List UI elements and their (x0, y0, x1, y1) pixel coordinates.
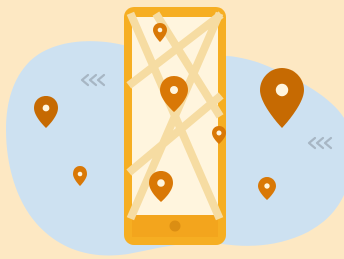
scene-svg (0, 0, 344, 259)
smartphone-icon (124, 7, 226, 245)
home-button (169, 220, 181, 232)
location-illustration (0, 0, 344, 259)
